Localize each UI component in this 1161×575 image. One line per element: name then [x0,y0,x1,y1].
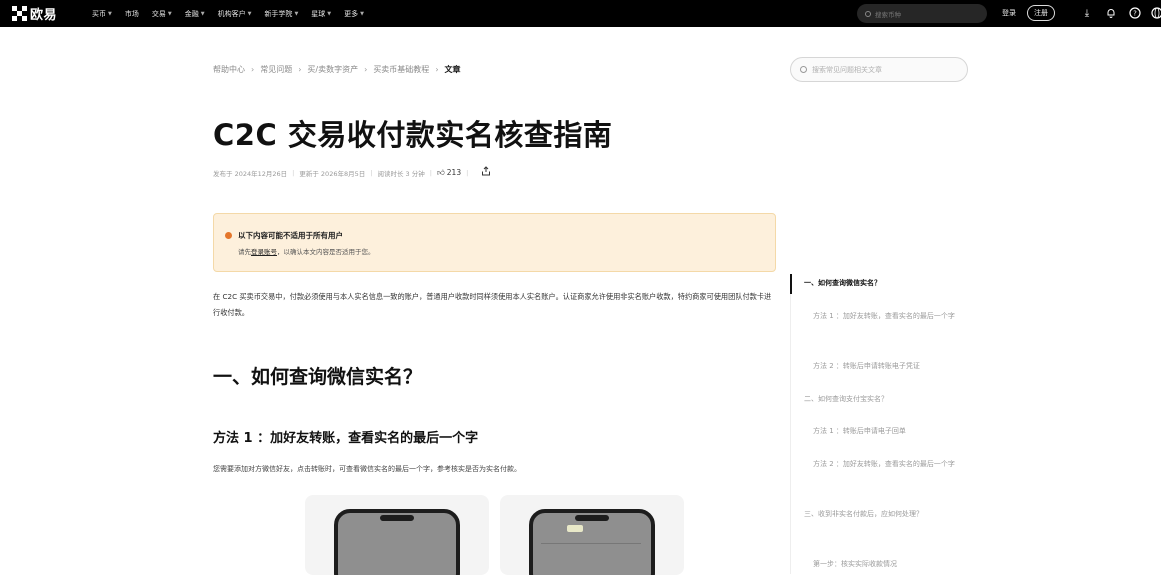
section-heading-wechat: 一、如何查询微信实名？ [213,366,423,388]
thumbs-up-icon: 👍︎ [436,167,445,177]
breadcrumb-item[interactable]: 买卖币基础教程 [373,64,429,75]
nav-item-planet[interactable]: 星球 ▼ [311,9,331,19]
breadcrumb-item[interactable]: 买/卖数字资产 [307,64,358,75]
chevron-down-icon: ▼ [294,10,299,17]
toc-item[interactable]: 二、如何查询支付宝实名？ [804,391,964,408]
breadcrumb-item[interactable]: 常见问题 [260,64,292,75]
chevron-down-icon: ▼ [108,10,112,17]
screenshot-image [305,495,489,575]
article-title: C2C 交易收付款实名核查指南 [213,118,613,152]
nav-item-more[interactable]: 更多 ▼ [344,9,364,19]
chevron-down-icon: ▼ [247,10,252,17]
updated-date: 更新于 2026年8月5日 [299,169,366,178]
nav-item-finance[interactable]: 金融 ▼ [185,9,205,19]
toc-item[interactable]: 第一步：核实实际收款情况 [813,556,973,573]
chevron-down-icon: ▼ [327,10,332,17]
toc-item[interactable]: 方法 2 ：加好友转账，查看实名的最后一个字 [813,456,973,473]
toc-item[interactable]: 一、如何查询微信实名？ [804,275,964,292]
search-icon [865,10,871,17]
breadcrumb: 帮助中心 › 常见问题 › 买/卖数字资产 › 买卖币基础教程 › 文章 [213,64,461,75]
logo-text: 欧易 [30,8,58,23]
login-link[interactable]: 登录 [1002,8,1016,18]
login-account-link[interactable]: 登录账号 [251,248,277,256]
chevron-right-icon: › [251,65,255,74]
toc-item[interactable]: 三、收到非实名付款后，应如何处理？ [804,506,964,523]
breadcrumb-item[interactable]: 帮助中心 [213,64,245,75]
nav-item-market[interactable]: 市场 [125,9,139,19]
logo-mark-icon [12,6,27,21]
signup-button[interactable]: 注册 [1027,5,1055,21]
toc-item[interactable]: 方法 1 ：转账后申请电子回单 [813,423,973,440]
like-count: 213 [446,168,462,177]
method-heading: 方法 1 ：加好友转账，查看实名的最后一个字 [213,431,479,446]
warning-dot-icon [225,232,232,239]
main-nav: 买币 ▼ 市场 交易 ▼ 金融 ▼ 机构客户 ▼ 新手学院 ▼ 星球 ▼ 更多 ▼ [92,9,377,19]
intro-paragraph: 在 C2C 买卖币交易中，付款必须使用与本人实名信息一致的账户，普通用户收款时同… [213,292,772,317]
chevron-right-icon: › [298,65,302,74]
search-icon [800,66,807,73]
toc-item[interactable]: 方法 2 ：转账后申请转账电子凭证 [813,358,973,375]
chevron-right-icon: › [364,65,368,74]
read-time: 阅读时长 3 分钟 [377,169,425,178]
toc-item[interactable]: 方法 1 ：加好友转账，查看实名的最后一个字 [813,308,973,325]
nav-item-buy[interactable]: 买币 ▼ [92,9,112,19]
notice-banner: 以下内容可能不适用于所有用户 请先登录账号，以确认本文内容是否适用于您。 [213,213,776,272]
globe-icon[interactable] [1150,6,1161,20]
help-icon[interactable]: ? [1128,6,1142,20]
phone-mockup [529,509,655,575]
nav-item-academy[interactable]: 新手学院 ▼ [264,9,298,19]
okx-logo[interactable]: 欧易 [12,4,72,23]
top-search-input[interactable]: 搜索币种 [857,4,987,23]
article-meta: 发布于 2024年12月26日 | 更新于 2026年8月5日 | 阅读时长 3… [213,166,491,179]
notice-heading: 以下内容可能不适用于所有用户 [238,231,343,240]
nav-item-trade[interactable]: 交易 ▼ [152,9,172,19]
like-button[interactable]: 👍︎ 213 [437,168,461,178]
notice-body: 请先登录账号，以确认本文内容是否适用于您。 [238,248,375,256]
chevron-down-icon: ▼ [167,10,172,17]
chevron-down-icon: ▼ [360,10,365,17]
svg-text:?: ? [1133,10,1137,18]
phone-mockup [334,509,460,575]
share-icon[interactable] [481,166,491,179]
breadcrumb-current: 文章 [444,65,461,74]
bell-icon[interactable] [1104,6,1118,20]
chevron-down-icon: ▼ [200,10,205,17]
toc-active-indicator [790,274,792,294]
method-paragraph: 您需要添加对方微信好友，点击转账时，可查看微信实名的最后一个字，参考核实是否为实… [213,465,521,473]
nav-item-institutional[interactable]: 机构客户 ▼ [218,9,252,19]
screenshot-image [500,495,684,575]
chevron-right-icon: › [435,65,439,74]
help-search-input[interactable]: 搜索常见问题相关文章 [790,57,968,82]
top-navbar: 欧易 买币 ▼ 市场 交易 ▼ 金融 ▼ 机构客户 ▼ 新手学院 ▼ 星球 ▼ 更多 ▼ 搜索… [0,0,1161,27]
published-date: 发布于 2024年12月26日 [213,169,288,178]
download-icon[interactable]: ⤓ [1080,6,1094,20]
